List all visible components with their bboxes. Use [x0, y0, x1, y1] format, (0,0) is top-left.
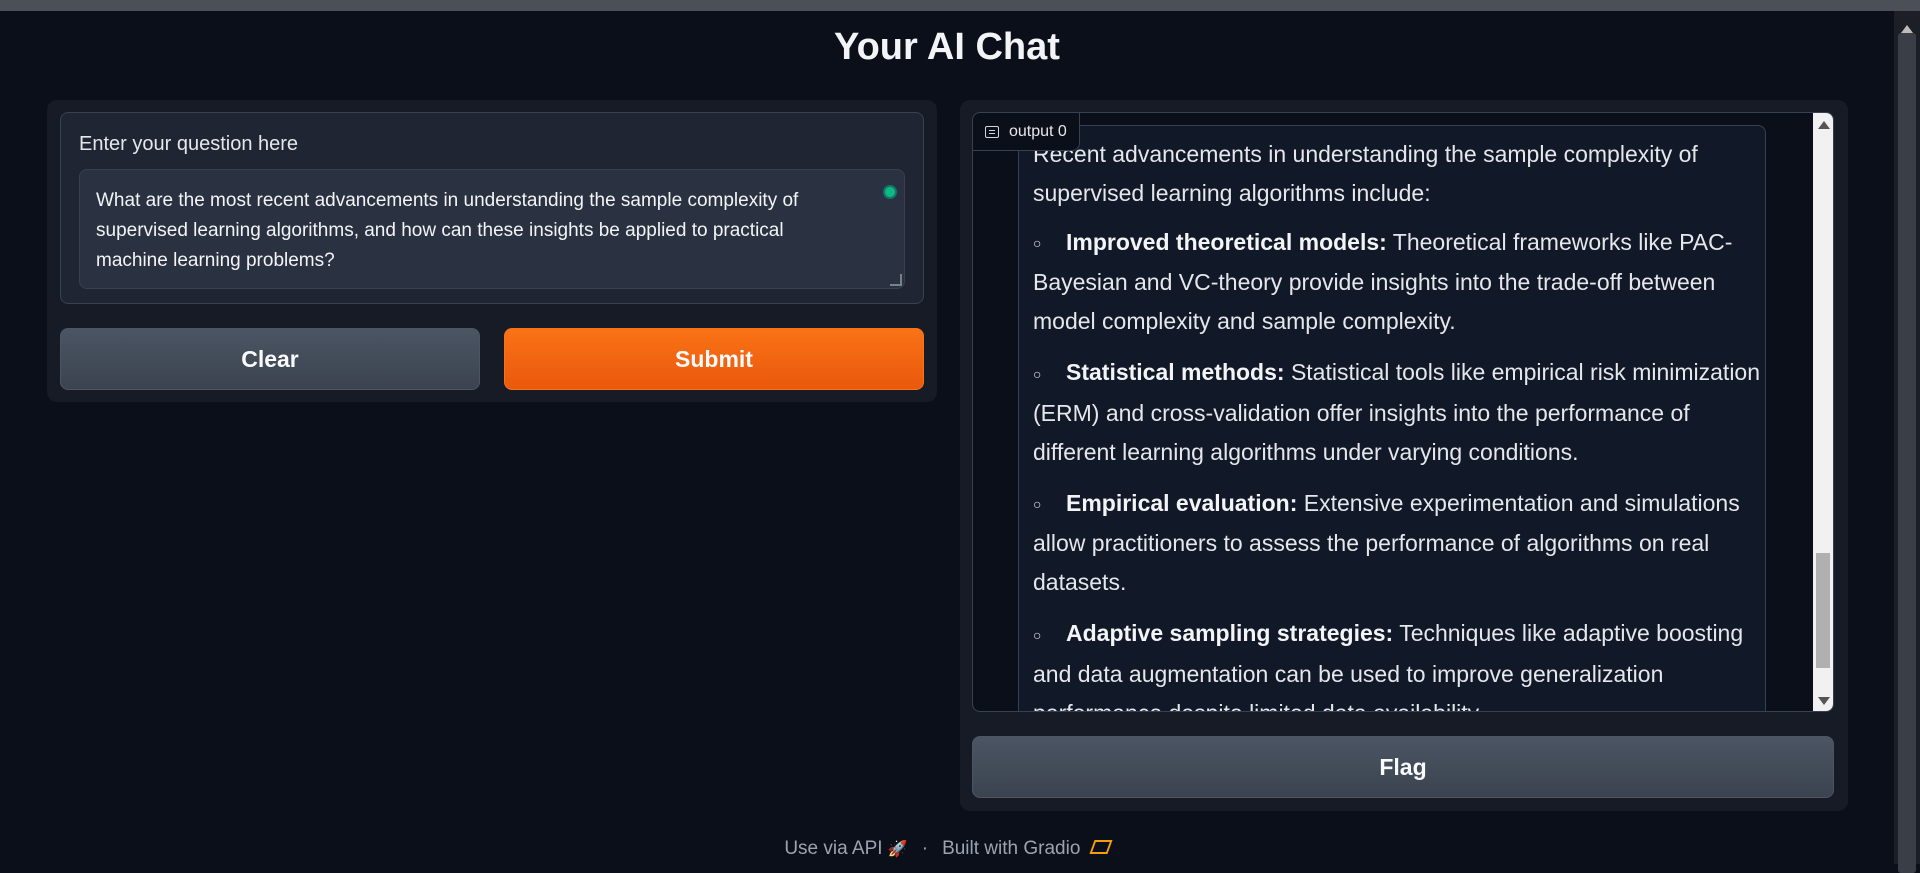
output-scrollbar-thumb[interactable] [1816, 553, 1830, 668]
question-label: Enter your question here [79, 133, 299, 155]
question-textarea[interactable]: What are the most recent advancements in… [79, 169, 905, 289]
page-scrollbar[interactable] [1894, 11, 1920, 873]
gradio-logo-icon [1089, 840, 1113, 854]
output-panel: output 0 Recent advancements in understa… [960, 100, 1848, 811]
use-via-api-link[interactable]: Use via API 🚀 [784, 838, 907, 860]
output-tag: output 0 [973, 113, 1080, 151]
scroll-up-arrow-icon[interactable] [1901, 25, 1913, 33]
question-input-block: Enter your question here What are the mo… [60, 112, 924, 304]
footer-separator: · [921, 838, 929, 859]
app-title: Your AI Chat [834, 26, 1060, 68]
clear-button[interactable]: Clear [60, 328, 480, 390]
scroll-down-arrow-icon[interactable] [1818, 697, 1830, 705]
list-item: ○ Adaptive sampling strategies: Technique… [1033, 614, 1763, 711]
footer: Use via API 🚀 · Built with Gradio [0, 838, 1894, 860]
resize-handle-icon[interactable] [890, 274, 902, 286]
list-item-title: Empirical evaluation: [1066, 489, 1298, 516]
list-item: ○ Improved theoretical models: Theoretica… [1033, 223, 1763, 341]
scroll-up-arrow-icon[interactable] [1818, 121, 1830, 129]
list-item-title: Adaptive sampling strategies: [1066, 620, 1394, 647]
message-content: Recent advancements in understanding the… [1033, 135, 1763, 711]
flag-button[interactable]: Flag [972, 736, 1834, 798]
output-tag-label: output 0 [1009, 122, 1067, 140]
output-box: output 0 Recent advancements in understa… [972, 112, 1834, 712]
input-panel: Enter your question here What are the mo… [47, 100, 937, 402]
built-with-gradio-label: Built with Gradio [942, 838, 1081, 859]
bullet-icon: ○ [1033, 235, 1042, 252]
output-scrollbar[interactable] [1813, 113, 1833, 711]
list-item-title: Statistical methods: [1066, 359, 1285, 386]
submit-button[interactable]: Submit [504, 328, 924, 390]
use-via-api-label: Use via API [784, 838, 883, 859]
list-item: ○ Statistical methods: Statistical tools … [1033, 353, 1763, 471]
list-item: ○ Empirical evaluation: Extensive experim… [1033, 484, 1763, 602]
chat-icon [985, 125, 999, 138]
bullet-icon: ○ [1033, 365, 1042, 382]
rocket-icon: 🚀 [887, 841, 908, 858]
question-text: What are the most recent advancements in… [96, 190, 799, 271]
built-with-gradio-link[interactable]: Built with Gradio [942, 838, 1113, 860]
status-dot-icon [883, 185, 897, 199]
list-item-title: Improved theoretical models: [1066, 229, 1387, 255]
bullet-icon: ○ [1033, 626, 1042, 643]
message-intro: Recent advancements in understanding the… [1033, 141, 1698, 206]
page-scrollbar-thumb[interactable] [1898, 33, 1916, 873]
browser-top-bar [0, 0, 1920, 11]
bullet-icon: ○ [1033, 496, 1042, 513]
